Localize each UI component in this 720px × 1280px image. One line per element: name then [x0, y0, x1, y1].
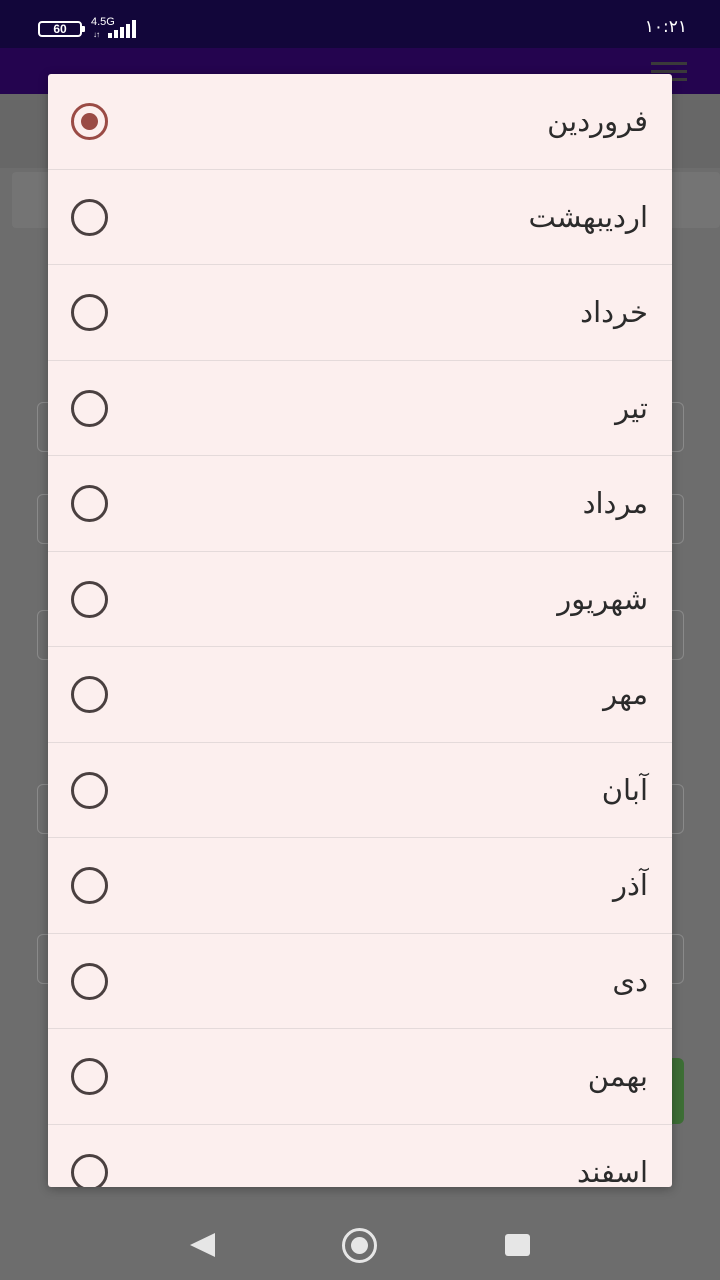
month-option-label: مرداد	[582, 486, 648, 520]
battery-level: 60	[53, 22, 67, 36]
radio-unselected-icon[interactable]	[71, 198, 108, 236]
month-option-label: فروردین	[547, 104, 648, 138]
month-option-label: شهریور	[557, 581, 648, 616]
month-option-label: خرداد	[580, 295, 648, 329]
month-option-label: اردیبهشت	[528, 199, 648, 234]
home-icon[interactable]	[342, 1228, 377, 1263]
month-option[interactable]: دی	[48, 934, 672, 1029]
month-option[interactable]: اردیبهشت	[48, 170, 672, 265]
battery-icon: 60	[38, 21, 85, 37]
radio-unselected-icon[interactable]	[71, 962, 108, 1000]
back-icon[interactable]	[190, 1233, 215, 1257]
month-option[interactable]: اسفند	[48, 1125, 672, 1188]
radio-unselected-icon[interactable]	[71, 1153, 108, 1187]
month-picker-dialog: فروردین اردیبهشت خرداد تیر مرداد شهریور مهر آبا…	[48, 74, 672, 1187]
month-option-label: دی	[612, 963, 648, 998]
month-option[interactable]: آذر	[48, 838, 672, 934]
radio-unselected-icon[interactable]	[71, 676, 108, 713]
recent-apps-icon[interactable]	[505, 1234, 530, 1256]
radio-unselected-icon[interactable]	[71, 771, 108, 809]
month-option-label: بهمن	[587, 1059, 648, 1093]
radio-unselected-icon[interactable]	[71, 580, 108, 618]
month-option-label: آبان	[601, 772, 648, 807]
radio-unselected-icon[interactable]	[71, 389, 108, 427]
month-option[interactable]: مهر	[48, 647, 672, 743]
month-option-label: مهر	[603, 677, 648, 711]
status-clock: ۱۰:۲۱	[644, 17, 687, 37]
status-bar: 60 4.5G ↓↑ ۱۰:۲۱	[0, 0, 720, 48]
radio-unselected-icon[interactable]	[71, 294, 108, 331]
month-option[interactable]: تیر	[48, 361, 672, 456]
month-option[interactable]: مرداد	[48, 456, 672, 552]
month-option[interactable]: آبان	[48, 743, 672, 838]
radio-unselected-icon[interactable]	[71, 867, 108, 904]
navigation-bar	[0, 1210, 720, 1280]
month-option[interactable]: شهریور	[48, 552, 672, 647]
radio-unselected-icon[interactable]	[71, 485, 108, 522]
month-option-label: آذر	[613, 868, 648, 902]
month-option-label: تیر	[615, 390, 648, 425]
radio-selected-icon[interactable]	[71, 103, 108, 140]
radio-unselected-icon[interactable]	[71, 1058, 108, 1095]
month-option[interactable]: بهمن	[48, 1029, 672, 1125]
month-option-label: اسفند	[577, 1154, 648, 1188]
month-option[interactable]: خرداد	[48, 265, 672, 361]
signal-strength-icon	[108, 20, 138, 38]
network-activity-icon: ↓↑	[93, 30, 100, 39]
month-option[interactable]: فروردین	[48, 74, 672, 170]
